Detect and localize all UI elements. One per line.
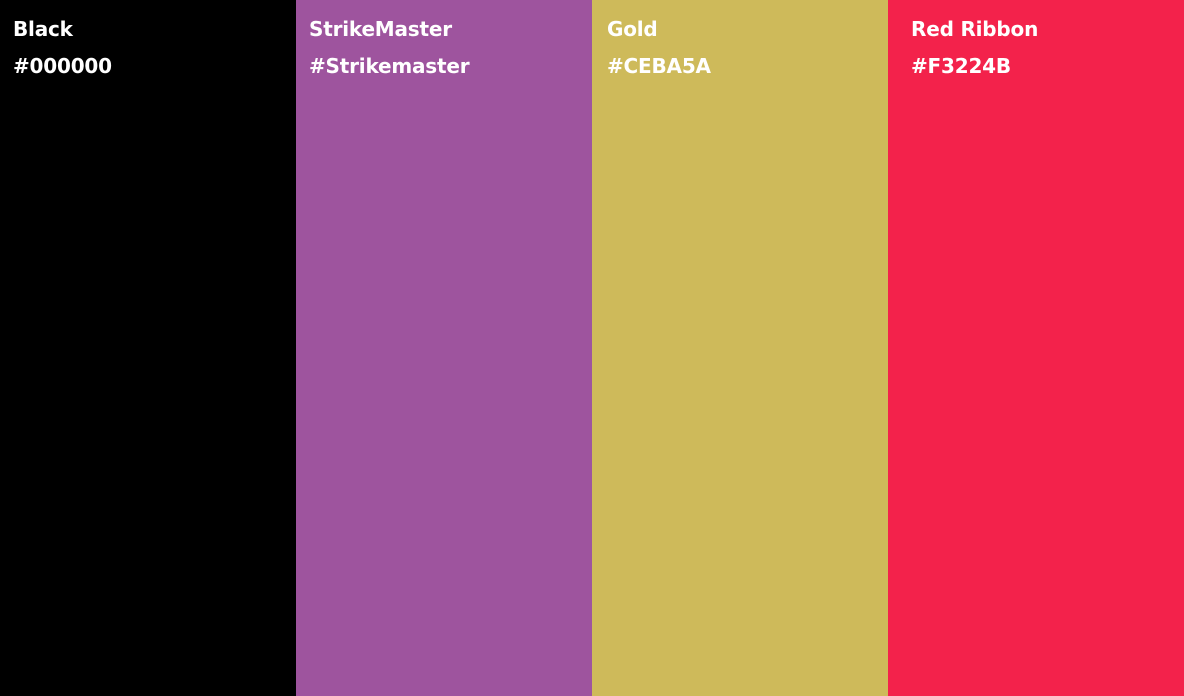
swatch-name: Black xyxy=(13,17,73,41)
swatch-gold[interactable]: Gold #CEBA5A xyxy=(592,0,888,696)
swatch-name: Red Ribbon xyxy=(911,17,1039,41)
swatch-hex-code: #Strikemaster xyxy=(309,54,470,78)
swatch-hex-code: #000000 xyxy=(13,54,112,78)
color-palette: Black #000000 StrikeMaster #Strikemaster… xyxy=(0,0,1184,696)
swatch-red-ribbon[interactable]: Red Ribbon #F3224B xyxy=(888,0,1184,696)
swatch-strikemaster[interactable]: StrikeMaster #Strikemaster xyxy=(296,0,592,696)
swatch-hex-code: #F3224B xyxy=(911,54,1011,78)
swatch-name: StrikeMaster xyxy=(309,17,452,41)
swatch-name: Gold xyxy=(607,17,658,41)
swatch-black[interactable]: Black #000000 xyxy=(0,0,296,696)
swatch-hex-code: #CEBA5A xyxy=(607,54,711,78)
